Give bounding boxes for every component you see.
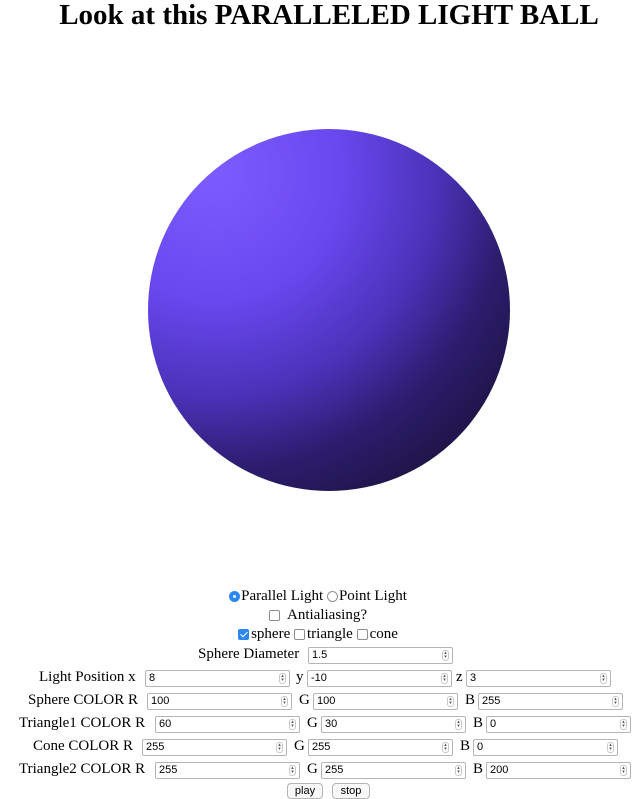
spinner-icon[interactable]: ▴ ▾ — [281, 696, 288, 707]
triangle2-color-r-input[interactable]: 255 ▴ ▾ — [155, 762, 300, 779]
antialiasing-checkbox[interactable] — [269, 610, 280, 622]
triangle1-color-r-input[interactable]: 60 ▴ ▾ — [155, 716, 300, 733]
sphere-render — [148, 129, 510, 491]
triangle1-color-b-input[interactable]: 0 ▴ ▾ — [486, 716, 631, 733]
sphere-color-g-label: G — [299, 692, 310, 708]
sphere-color-r-label: Sphere COLOR R — [28, 692, 138, 708]
spinner-icon[interactable]: ▴ ▾ — [620, 719, 627, 730]
triangle1-color-r-label: Triangle1 COLOR R — [19, 715, 146, 731]
sphere-color-r-input[interactable]: 100 ▴ ▾ — [147, 693, 292, 710]
triangle1-color-b-label: B — [473, 715, 484, 731]
parallel-light-radio[interactable] — [229, 591, 241, 603]
light-position-y-label: y — [296, 669, 304, 685]
parallel-light-label: Parallel Light — [241, 588, 324, 605]
sphere-checkbox[interactable] — [238, 629, 250, 641]
cone-color-b-input[interactable]: 0 ▴ ▾ — [473, 739, 618, 756]
spinner-icon[interactable]: ▴ ▾ — [620, 765, 627, 776]
page-title: Look at this PARALLELED LIGHT BALL — [59, 0, 599, 31]
cone-label: cone — [369, 626, 398, 643]
triangle2-color-r-label: Triangle2 COLOR R — [19, 761, 146, 777]
light-position-z-label: z — [456, 669, 463, 685]
sphere-color-b-input[interactable]: 255 ▴ ▾ — [478, 693, 623, 710]
sphere-color-g-input[interactable]: 100 ▴ ▾ — [313, 693, 458, 710]
light-type-group: Parallel Light Point Light — [0, 588, 636, 608]
spinner-icon[interactable]: ▴ ▾ — [441, 673, 448, 684]
light-position-x-label: Light Position x — [39, 669, 136, 685]
triangle-checkbox[interactable] — [294, 629, 305, 641]
spinner-icon[interactable]: ▴ ▾ — [442, 742, 449, 753]
triangle1-color-g-label: G — [307, 715, 318, 731]
shape-group: sphere triangle cone — [0, 626, 636, 646]
light-position-x-input[interactable]: 8 ▴ ▾ — [145, 670, 290, 687]
antialiasing-row: Antialiasing? — [0, 607, 636, 627]
light-position-z-input[interactable]: 3 ▴ ▾ — [466, 670, 611, 687]
triangle2-color-g-label: G — [307, 761, 318, 777]
sphere-color-b-label: B — [465, 692, 476, 708]
cone-color-r-input[interactable]: 255 ▴ ▾ — [142, 739, 287, 756]
point-light-radio[interactable] — [326, 591, 338, 603]
sphere-label: sphere — [251, 626, 291, 643]
spinner-icon[interactable]: ▴ ▾ — [442, 650, 449, 661]
spinner-icon[interactable]: ▴ ▾ — [455, 765, 462, 776]
cone-color-g-input[interactable]: 255 ▴ ▾ — [308, 739, 453, 756]
light-position-y-input[interactable]: -10 ▴ ▾ — [307, 670, 452, 687]
cone-checkbox[interactable] — [356, 629, 368, 641]
sphere-diameter-input[interactable]: 1.5 ▴ ▾ — [308, 647, 453, 664]
cone-color-r-label: Cone COLOR R — [33, 738, 134, 754]
triangle-label: triangle — [307, 626, 353, 643]
cone-color-g-label: G — [294, 738, 305, 754]
spinner-icon[interactable]: ▴ ▾ — [289, 765, 296, 776]
spinner-icon[interactable]: ▴ ▾ — [279, 673, 286, 684]
sphere-shape — [148, 129, 510, 491]
cone-color-b-label: B — [460, 738, 471, 754]
play-button[interactable]: play — [287, 783, 323, 799]
triangle2-color-b-label: B — [473, 761, 484, 777]
spinner-icon[interactable]: ▴ ▾ — [289, 719, 296, 730]
spinner-icon[interactable]: ▴ ▾ — [455, 719, 462, 730]
triangle2-color-g-input[interactable]: 255 ▴ ▾ — [321, 762, 466, 779]
spinner-icon[interactable]: ▴ ▾ — [276, 742, 283, 753]
point-light-label: Point Light — [338, 588, 407, 605]
spinner-icon[interactable]: ▴ ▾ — [612, 696, 619, 707]
sphere-diameter-label: Sphere Diameter — [198, 646, 300, 662]
triangle2-color-b-input[interactable]: 200 ▴ ▾ — [486, 762, 631, 779]
spinner-icon[interactable]: ▴ ▾ — [607, 742, 614, 753]
stop-button[interactable]: stop — [332, 783, 370, 799]
triangle1-color-g-input[interactable]: 30 ▴ ▾ — [321, 716, 466, 733]
spinner-icon[interactable]: ▴ ▾ — [447, 696, 454, 707]
spinner-icon[interactable]: ▴ ▾ — [600, 673, 607, 684]
antialiasing-label: Antialiasing? — [287, 607, 367, 624]
rendered-sphere-canvas — [147, 128, 511, 492]
